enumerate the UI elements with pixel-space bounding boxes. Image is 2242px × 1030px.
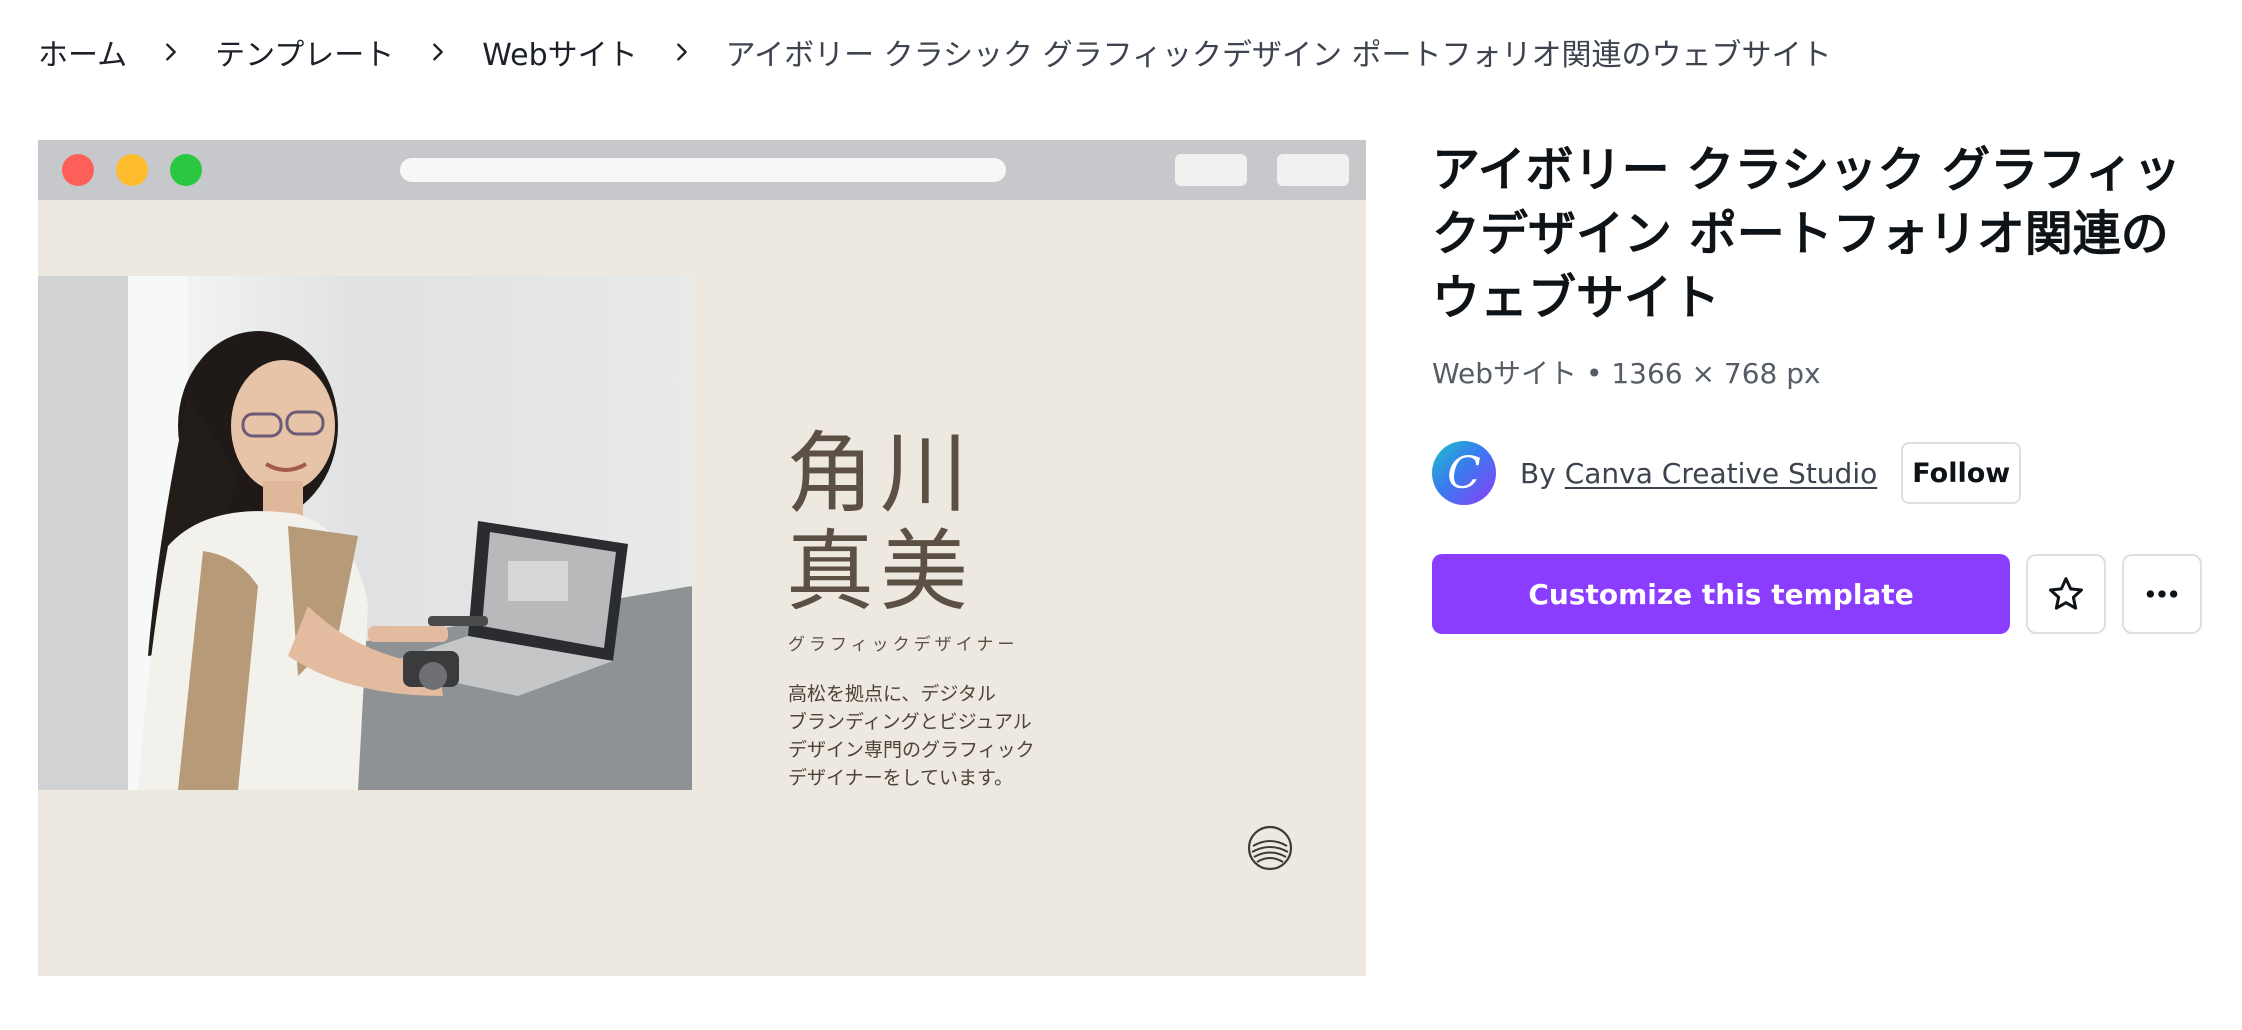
portrait-photo bbox=[38, 276, 692, 790]
breadcrumb-websites[interactable]: Webサイト bbox=[482, 30, 637, 74]
template-title-line: クデザイン ポートフォリオ関連の bbox=[1432, 206, 2169, 262]
bio-line: 高松を拠点に、デジタル bbox=[788, 683, 997, 705]
author-link[interactable]: Canva Creative Studio bbox=[1565, 457, 1878, 490]
swirl-logo-icon bbox=[1247, 825, 1293, 871]
bio-line: デザイナーをしています。 bbox=[788, 767, 1014, 789]
byline-prefix: By bbox=[1520, 456, 1565, 490]
chevron-right-icon bbox=[394, 41, 482, 63]
browser-bar-button bbox=[1277, 154, 1349, 186]
window-minimize-dot bbox=[116, 154, 148, 186]
chevron-right-icon bbox=[127, 41, 215, 63]
breadcrumb-templates[interactable]: テンプレート bbox=[215, 30, 394, 74]
bio-line: ブランディングとビジュアル bbox=[788, 711, 1032, 733]
template-preview[interactable]: 角川 真美 グラフィックデザイナー 高松を拠点に、デジタル ブランディングとビジ… bbox=[38, 140, 1366, 976]
avatar[interactable]: C bbox=[1432, 441, 1496, 505]
browser-bar-button bbox=[1175, 154, 1247, 186]
more-options-button[interactable] bbox=[2122, 554, 2202, 634]
favorite-button[interactable] bbox=[2026, 554, 2106, 634]
portfolio-name: 角川 真美 bbox=[786, 425, 974, 621]
template-meta: Webサイト • 1366 × 768 px bbox=[1432, 357, 1821, 390]
author-row: C By Canva Creative Studio Follow bbox=[1432, 440, 2022, 506]
portfolio-role: グラフィックデザイナー bbox=[788, 635, 1019, 655]
portfolio-name-line: 角川 bbox=[786, 422, 975, 525]
chevron-right-icon bbox=[638, 41, 726, 63]
more-horizontal-icon bbox=[2146, 590, 2178, 598]
window-close-dot bbox=[62, 154, 94, 186]
template-title-line: ウェブサイト bbox=[1432, 270, 1721, 326]
bio-line: デザイン専門のグラフィック bbox=[788, 739, 1035, 761]
star-icon bbox=[2049, 577, 2083, 610]
portfolio-name-line: 真美 bbox=[786, 520, 975, 623]
portfolio-bio: 高松を拠点に、デジタル ブランディングとビジュアル デザイン専門のグラフィック … bbox=[788, 680, 1068, 792]
url-bar bbox=[400, 158, 1006, 182]
breadcrumb-current: アイボリー クラシック グラフィックデザイン ポートフォリオ関連のウェブサイト bbox=[725, 38, 1832, 73]
breadcrumb-home[interactable]: ホーム bbox=[38, 30, 127, 74]
breadcrumb: ホーム テンプレート Webサイト アイボリー クラシック グラフィックデザイン… bbox=[38, 30, 1832, 74]
avatar-letter: C bbox=[1447, 447, 1481, 499]
template-title-line: アイボリー クラシック グラフィッ bbox=[1432, 142, 2182, 198]
browser-bar bbox=[38, 140, 1366, 200]
customize-template-button[interactable]: Customize this template bbox=[1432, 554, 2010, 634]
template-title: アイボリー クラシック グラフィッ クデザイン ポートフォリオ関連の ウェブサイ… bbox=[1432, 138, 2212, 330]
author-byline: By Canva Creative Studio bbox=[1520, 457, 1877, 490]
window-maximize-dot bbox=[170, 154, 202, 186]
follow-button[interactable]: Follow bbox=[1901, 442, 2022, 504]
